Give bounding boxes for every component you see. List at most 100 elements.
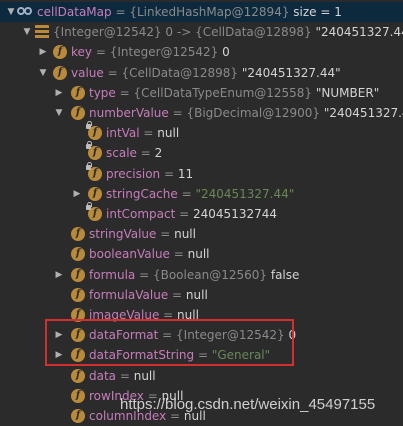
field-icon: f — [71, 287, 85, 302]
equals-sign: = — [111, 5, 130, 19]
expand-arrow-icon[interactable]: ▶ — [53, 345, 65, 365]
collapse-arrow-icon[interactable]: ▼ — [5, 2, 17, 22]
row-text: formulaValue = null — [89, 285, 208, 305]
var-value: "240451327.44" — [315, 25, 403, 40]
var-name: intVal — [106, 126, 140, 141]
field-icon: f — [71, 328, 85, 343]
tree-row[interactable]: ▶ f formula = {Boolean@12560} false — [0, 265, 403, 285]
expand-arrow-icon[interactable]: ▶ — [53, 265, 65, 285]
row-text: numberValue = {BigDecimal@12900} "240451… — [89, 103, 403, 123]
collapse-arrow-icon[interactable]: ▼ — [37, 63, 49, 83]
row-text: scale = 2 — [106, 143, 162, 163]
var-name: booleanValue — [89, 247, 170, 262]
var-value: "240451327.44" — [195, 186, 295, 201]
collapse-arrow-icon[interactable]: ▼ — [21, 22, 33, 42]
field-icon: f — [71, 409, 85, 423]
var-name: stringValue — [89, 227, 157, 242]
var-value: 24045132744 — [193, 207, 277, 221]
equals-sign: = — [168, 287, 186, 302]
var-name: key — [71, 45, 93, 60]
row-text: type = {CellDataTypeEnum@12558} "NUMBER" — [89, 83, 379, 103]
tree-row[interactable]: f stringValue = null — [0, 224, 403, 244]
var-name: dataFormatString — [89, 348, 195, 363]
var-value: false — [270, 267, 300, 282]
field-icon: f — [71, 348, 85, 363]
equals-sign: = — [116, 368, 134, 383]
var-name: imageValue — [89, 308, 160, 322]
row-text: key = {Integer@12542} 0 — [71, 42, 230, 62]
tree-row[interactable]: f formulaValue = null — [0, 285, 403, 305]
var-name: dataFormat — [89, 328, 159, 343]
row-text: booleanValue = null — [89, 244, 210, 264]
row-text: dataFormatString = "General" — [89, 345, 270, 365]
type-ref: {Integer@12542} — [176, 328, 285, 343]
tree-row[interactable]: ▼ f numberValue = {BigDecimal@12900} "2404… — [0, 103, 403, 123]
equals-sign: = — [194, 348, 212, 363]
debugger-variables-tree: ▼ cellDataMap = {LinkedHashMap@12894} siz… — [0, 0, 403, 425]
expand-arrow-icon[interactable]: ▶ — [53, 325, 65, 345]
map-entry-icon — [35, 25, 49, 40]
var-value: null — [157, 126, 180, 141]
var-name: type — [89, 85, 116, 100]
field-icon: f — [71, 227, 85, 242]
field-icon: f — [71, 247, 85, 262]
row-text: value = {CellData@12898} "240451327.44" — [71, 63, 341, 83]
tree-row[interactable]: ▶ f dataFormat = {Integer@12542} 0 — [0, 325, 403, 345]
tree-row[interactable]: ▶ f type = {CellDataTypeEnum@12558} "NUMBE… — [0, 83, 403, 103]
tree-row[interactable]: f data = null — [0, 366, 403, 386]
var-value: "240451327.44" — [323, 106, 403, 120]
var-value: null — [187, 247, 210, 262]
tree-row[interactable]: ▶ f stringCache = "240451327.44" — [0, 184, 403, 204]
tree-row[interactable]: ▼ {Integer@12542} 0 -> {CellData@12898} "… — [0, 22, 403, 42]
row-text: stringCache = "240451327.44" — [106, 184, 294, 204]
equals-sign: = — [168, 106, 187, 120]
expand-arrow-icon[interactable]: ▶ — [71, 184, 83, 204]
var-name: precision — [106, 166, 161, 181]
type-ref: {LinkedHashMap@12894} — [129, 5, 290, 19]
equals-sign: = — [139, 126, 158, 141]
equals-sign: = — [160, 166, 178, 181]
var-value: 0 — [222, 45, 230, 60]
var-name: numberValue — [89, 106, 169, 120]
tree-row[interactable]: f imageValue = null — [0, 305, 403, 325]
tree-row[interactable]: f intVal = null — [0, 121, 403, 143]
tree-row[interactable]: f scale = 2 — [0, 141, 403, 163]
expand-arrow-icon[interactable]: ▶ — [37, 42, 49, 62]
equals-sign: = — [103, 65, 122, 80]
var-name: formula — [89, 267, 136, 282]
var-value: "General" — [211, 348, 271, 363]
row-text: imageValue = null — [89, 305, 199, 325]
equals-sign: = — [175, 207, 194, 221]
var-value: null — [133, 368, 156, 383]
var-value: null — [185, 287, 208, 302]
field-icon: f — [71, 267, 85, 282]
collapse-arrow-icon[interactable]: ▼ — [53, 103, 65, 123]
tree-row[interactable]: ▼ cellDataMap = {LinkedHashMap@12894} siz… — [0, 2, 403, 22]
var-value: 2 — [154, 146, 163, 161]
tree-row[interactable]: f precision = 11 — [0, 161, 403, 184]
final-field-icon: f — [86, 141, 102, 161]
row-text: precision = 11 — [106, 164, 193, 184]
tree-row[interactable]: ▼ f value = {CellData@12898} "240451327.44… — [0, 63, 403, 83]
field-icon: f — [53, 45, 67, 60]
expand-arrow-icon[interactable]: ▶ — [53, 83, 65, 103]
watch-icon — [17, 7, 33, 21]
row-text: intCompact = 24045132744 — [106, 204, 277, 224]
row-text: intVal = null — [106, 123, 179, 143]
equals-sign: = — [156, 227, 175, 242]
field-icon: f — [71, 368, 85, 383]
equals-sign: = — [115, 85, 134, 100]
watermark: https://blog.csdn.net/weixin_45497155 — [120, 396, 376, 413]
tree-row[interactable]: f booleanValue = null — [0, 244, 403, 264]
equals-sign: = — [177, 186, 196, 201]
type-ref: {Boolean@12560} — [152, 267, 268, 282]
field-icon: f — [88, 186, 102, 201]
var-value: "NUMBER" — [315, 85, 380, 100]
equals-sign: = — [159, 308, 178, 322]
tree-row[interactable]: f intCompact = 24045132744 — [0, 202, 403, 224]
tree-row[interactable]: ▶ f key = {Integer@12542} 0 — [0, 42, 403, 62]
row-text: formula = {Boolean@12560} false — [89, 265, 299, 285]
var-name: data — [89, 368, 117, 383]
var-value: size = 1 — [293, 5, 342, 19]
tree-row[interactable]: ▶ f dataFormatString = "General" — [0, 345, 403, 365]
